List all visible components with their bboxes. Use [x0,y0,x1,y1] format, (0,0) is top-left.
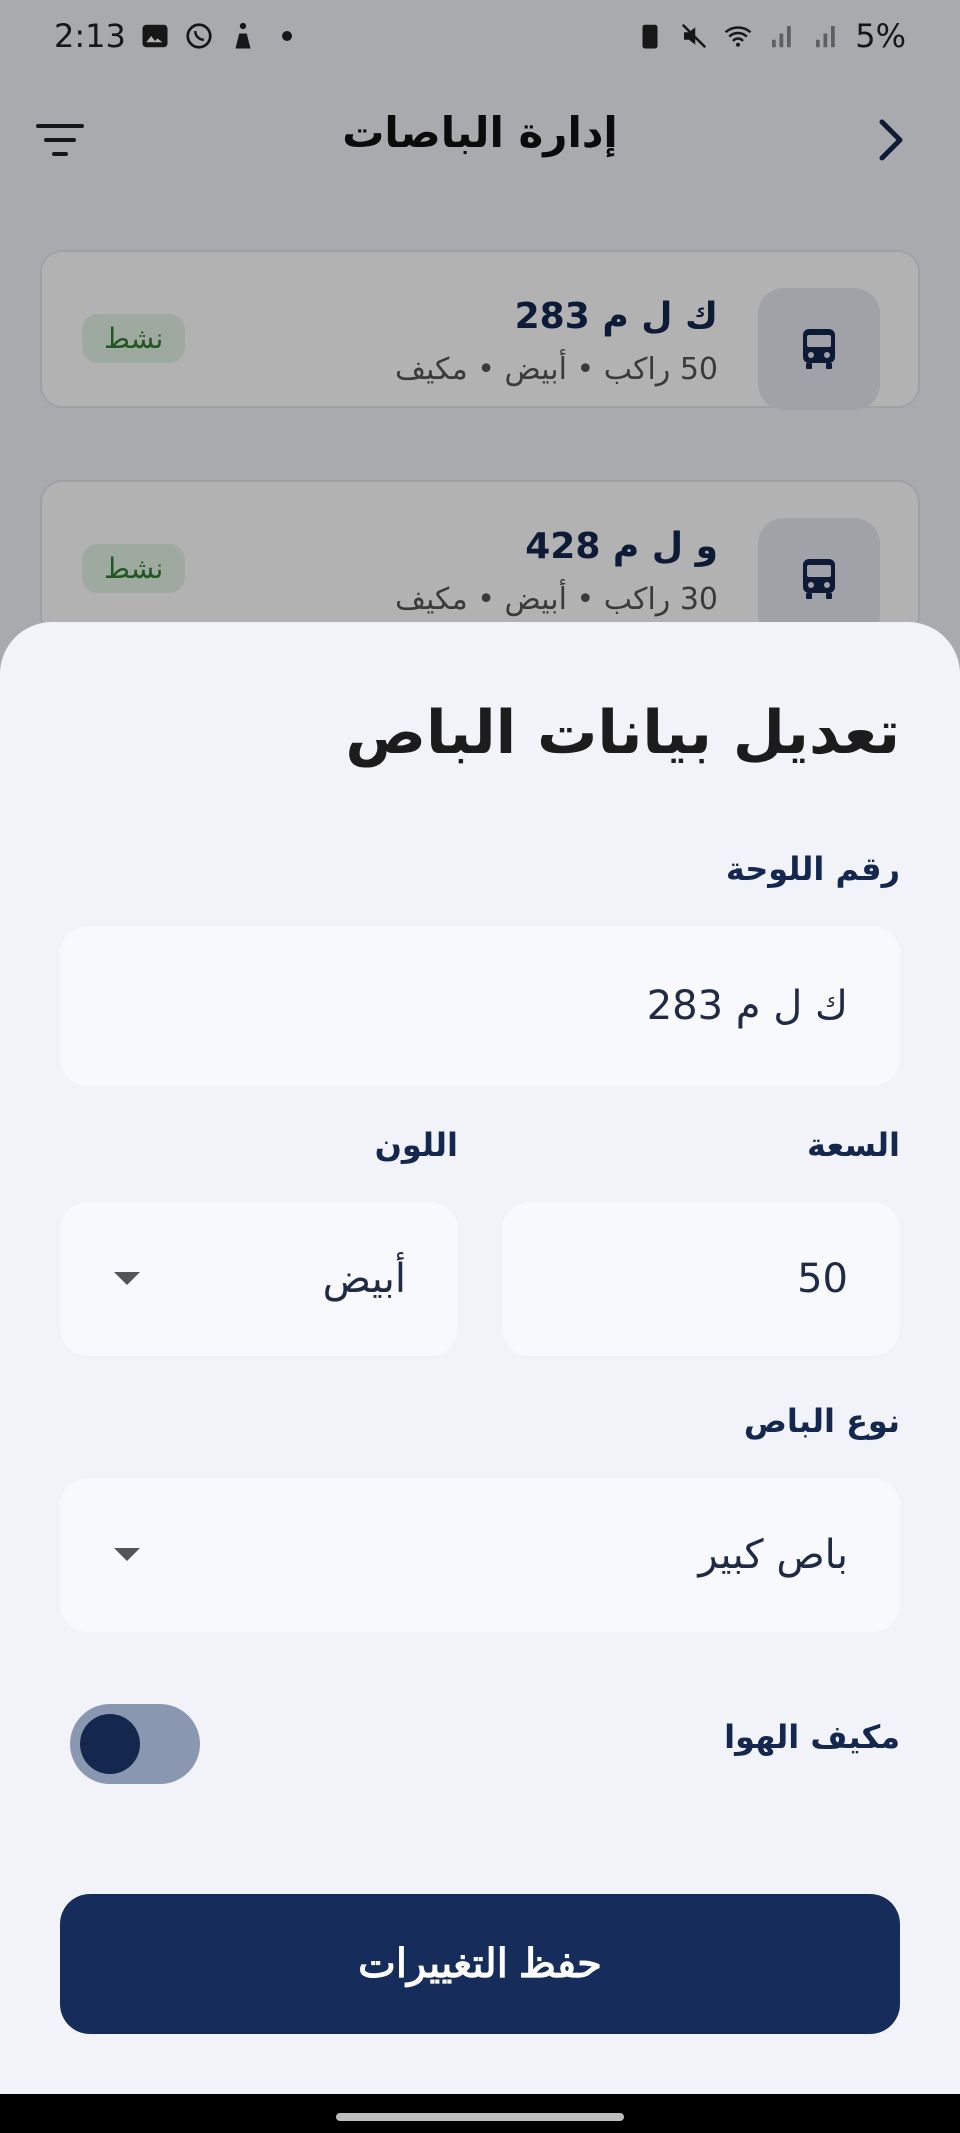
home-gesture-handle[interactable] [336,2113,624,2121]
bus-type-value: باص كبير [698,1532,848,1578]
color-value: أبيض [322,1256,406,1302]
ac-label: مكيف الهوا [724,1718,900,1756]
toggle-knob [80,1714,140,1774]
color-label: اللون [374,1126,458,1164]
system-nav-bar [0,2094,960,2133]
sheet-title: تعديل بيانات الباص [345,698,900,768]
plate-label: رقم اللوحة [725,850,900,888]
color-select[interactable]: أبيض [60,1202,458,1356]
bus-type-label: نوع الباص [743,1402,900,1440]
capacity-field[interactable]: 50 [502,1202,900,1356]
edit-bus-sheet: تعديل بيانات الباص رقم اللوحة ك ل م 283 … [0,622,960,2094]
plate-value: ك ل م 283 [646,983,848,1029]
plate-field[interactable]: ك ل م 283 [60,926,900,1086]
ac-toggle[interactable] [70,1704,200,1784]
bus-type-select[interactable]: باص كبير [60,1478,900,1632]
capacity-value: 50 [797,1256,848,1302]
capacity-label: السعة [806,1126,900,1164]
chevron-down-icon [114,1548,140,1561]
chevron-down-icon [114,1272,140,1285]
save-button[interactable]: حفظ التغييرات [60,1894,900,2034]
